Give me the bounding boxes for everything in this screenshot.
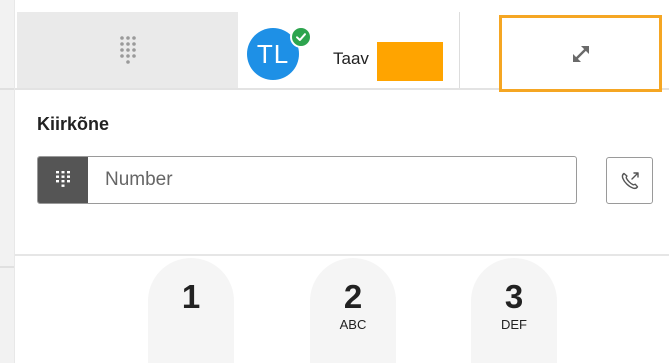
call-button[interactable]: [606, 157, 653, 204]
redaction-block: [377, 42, 443, 81]
presence-available-icon: [290, 26, 312, 48]
section-divider: [15, 254, 669, 256]
key-digit: 1: [181, 278, 201, 315]
keypad-key-3[interactable]: 3 DEF: [471, 258, 557, 363]
number-input[interactable]: [88, 157, 576, 203]
key-letters: DEF: [501, 317, 527, 332]
dialpad-icon: [56, 171, 70, 187]
key-digit: 2: [343, 278, 363, 315]
tab-separator: [459, 12, 460, 88]
panel-title: Kiirkõne: [37, 114, 110, 134]
expand-button[interactable]: [499, 15, 662, 92]
dialpad-icon: [119, 36, 136, 64]
tab-bar: TL Taav: [15, 0, 669, 92]
keypad-key-1[interactable]: 1: [148, 258, 234, 363]
user-name: Taav: [333, 49, 369, 68]
keypad-key-2[interactable]: 2 ABC: [310, 258, 396, 363]
number-field: [37, 156, 577, 204]
gutter-divider: [0, 266, 15, 268]
key-letters: ABC: [339, 317, 367, 332]
key-digit: 3: [504, 278, 524, 315]
tab-dialpad[interactable]: [17, 12, 238, 88]
avatar-initials: TL: [256, 38, 290, 69]
gutter-divider: [0, 88, 15, 90]
dialpad-toggle-button[interactable]: [38, 157, 88, 203]
checkmark-icon: [296, 33, 306, 41]
expand-icon: [572, 45, 589, 62]
tab-user-profile[interactable]: TL Taav: [238, 12, 459, 88]
phone-outgoing-icon: [621, 171, 639, 189]
left-gutter: [0, 0, 15, 363]
